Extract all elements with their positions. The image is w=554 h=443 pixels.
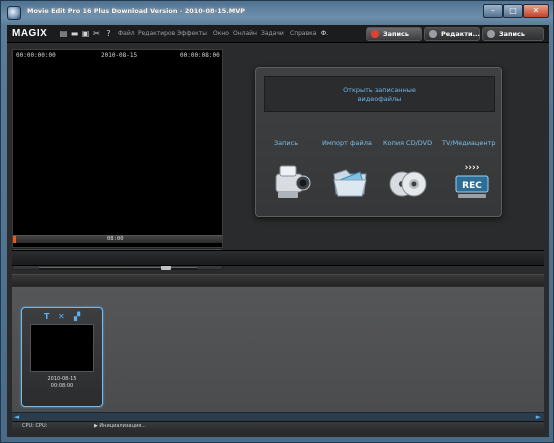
menu-online[interactable]: Онлайн [233,30,257,37]
timeline-header [12,250,544,266]
import-panel: Открыть записанные видеофайлы Запись Имп… [255,67,502,217]
horizontal-scrollbar[interactable]: ◄ ► [12,412,544,421]
open-line-2: видеофайлы [357,95,402,103]
open-recorded-videos-button[interactable]: Открыть записанные видеофайлы [264,76,495,112]
save-icon[interactable]: ▣ [81,29,90,39]
option-tv-label[interactable]: TV/Медиацентр [442,139,496,147]
playback-slider[interactable] [39,265,197,270]
mode-edit-button[interactable]: Редакти... [424,27,480,41]
transition-icon[interactable]: ✕ [58,312,65,321]
menu-tasks[interactable]: Задачи [261,30,284,37]
cut-icon[interactable]: ✂ [92,29,101,39]
title-icon[interactable]: T [44,312,49,321]
mode-record-button[interactable]: Запись [366,27,422,41]
menu-edit[interactable]: Редактиров [138,30,175,37]
effect-icon[interactable]: ▞ [74,312,80,321]
menu-file[interactable]: Файл [118,30,135,37]
disc-icon[interactable] [388,160,428,202]
rec-icon[interactable]: ›››› REC [452,160,492,202]
scrub-time: 08:00 [107,236,124,242]
app-area: MAGIX ▤ ▬ ▣ ✂ ? Файл Редактиров Эффекты … [7,25,549,437]
burn-mode-icon [487,30,495,38]
app-icon [7,6,21,20]
rec-arrows: ›››› [465,163,480,173]
monitor-date: 2010-08-15 [101,52,138,59]
option-import-label[interactable]: Импорт файла [322,139,372,147]
menu-dropdown[interactable]: Ф. [321,30,328,37]
open-line-1: Открыть записанные [343,86,416,94]
menu-bar: MAGIX ▤ ▬ ▣ ✂ ? Файл Редактиров Эффекты … [7,25,549,43]
record-mode-icon [371,30,379,38]
mode-edit-label: Редакти... [441,30,480,38]
mode-record-label: Запись [383,30,410,38]
status-bar: CPU: CPU: ▶ Инициализация... [12,421,544,431]
title-bar[interactable]: Movie Edit Pro 16 Plus Download Version … [1,1,553,25]
close-button[interactable]: ✕ [523,4,549,18]
init-status: ▶ Инициализация... [94,423,147,429]
folder-icon[interactable] [330,160,370,202]
menu-help[interactable]: Справка [290,30,316,37]
open-folder-icon[interactable]: ▬ [70,29,79,39]
timeline-ruler[interactable] [12,274,544,286]
storyboard-clip[interactable]: T ✕ ▞ 2010-08-15 00:08:00 [21,307,103,407]
scroll-right-icon[interactable]: ► [534,413,543,421]
clip-thumbnail [30,324,94,372]
preview-monitor[interactable]: 00:00:00:00 2010-08-15 00:00:08:00 08:00 [12,49,223,248]
clip-date: 2010-08-15 [47,376,77,382]
cpu-status: CPU: CPU: [22,423,48,429]
mode-burn-button[interactable]: Запись [482,27,544,41]
scroll-left-icon[interactable]: ◄ [12,413,21,421]
window-title: Movie Edit Pro 16 Plus Download Version … [27,7,246,15]
magix-logo: MAGIX [12,28,48,39]
clip-duration: 00:08:00 [50,383,74,389]
scrub-bar[interactable]: 08:00 [13,235,222,243]
camcorder-icon[interactable] [272,160,312,202]
scrub-marker[interactable] [13,236,16,243]
mode-burn-label: Запись [499,30,526,38]
option-record-label[interactable]: Запись [274,139,298,147]
menu-window[interactable]: Окно [213,30,229,37]
window-frame: Movie Edit Pro 16 Plus Download Version … [0,0,554,443]
time-left: 00:00:00:00 [16,52,56,59]
edit-mode-icon [429,30,437,38]
option-copy-disc-label[interactable]: Копия CD/DVD [383,139,432,147]
time-right: 00:00:08:00 [180,52,220,59]
menu-effects[interactable]: Эффекты [177,30,207,37]
rec-badge: REC [462,181,482,191]
help-icon[interactable]: ? [104,29,113,39]
maximize-button[interactable]: □ [503,4,523,18]
minimize-button[interactable]: – [483,4,503,18]
new-file-icon[interactable]: ▤ [59,29,68,39]
